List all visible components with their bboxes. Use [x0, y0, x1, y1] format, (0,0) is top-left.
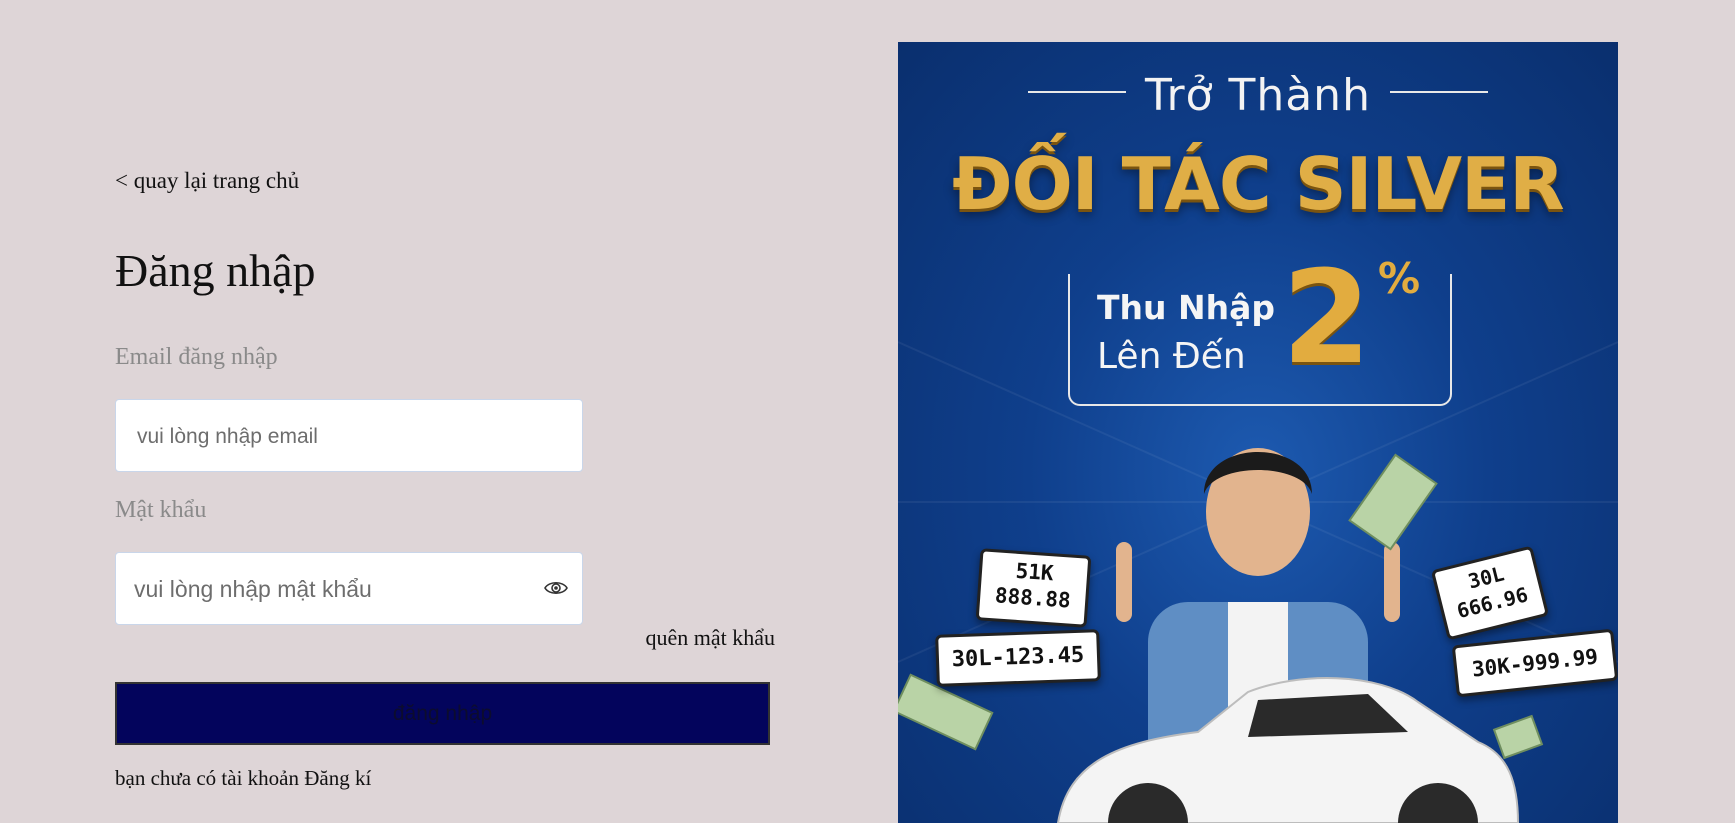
- promo-banner: Trở Thành ĐỐI TÁC SILVER Thu Nhập Lên Đế…: [898, 42, 1618, 823]
- signup-prompt: bạn chưa có tài khoản Đăng kí: [115, 766, 371, 791]
- income-value: 2: [1282, 244, 1372, 393]
- back-to-home-link[interactable]: < quay lại trang chủ: [115, 168, 299, 194]
- income-unit: %: [1378, 254, 1421, 303]
- car-illustration: [1056, 677, 1520, 823]
- income-line-1: Thu Nhập: [1097, 288, 1275, 327]
- email-input[interactable]: [135, 400, 539, 473]
- license-plate: 30L-123.45: [935, 629, 1101, 687]
- banner-headline: ĐỐI TÁC SILVER: [952, 142, 1565, 226]
- email-field-box: [115, 399, 583, 473]
- password-label: Mật khẩu: [115, 497, 207, 523]
- forgot-password-link[interactable]: quên mật khẩu: [645, 625, 775, 651]
- no-account-text: bạn chưa có tài khoản: [115, 766, 299, 790]
- signup-link[interactable]: Đăng kí: [304, 766, 371, 790]
- page-title: Đăng nhập: [115, 245, 316, 296]
- eye-icon[interactable]: [544, 579, 568, 597]
- license-plate: 51K 888.88: [975, 548, 1092, 628]
- income-line-2: Lên Đến: [1097, 336, 1246, 377]
- password-input[interactable]: [132, 553, 516, 626]
- login-panel: < quay lại trang chủ Đăng nhập Email đăn…: [115, 0, 775, 823]
- email-label: Email đăng nhập: [115, 344, 278, 370]
- income-box: Thu Nhập Lên Đến 2 %: [1068, 244, 1452, 406]
- banner-kicker: Trở Thành: [1145, 70, 1371, 121]
- password-field-box: [115, 552, 583, 626]
- login-button[interactable]: đăng nhập: [115, 682, 770, 745]
